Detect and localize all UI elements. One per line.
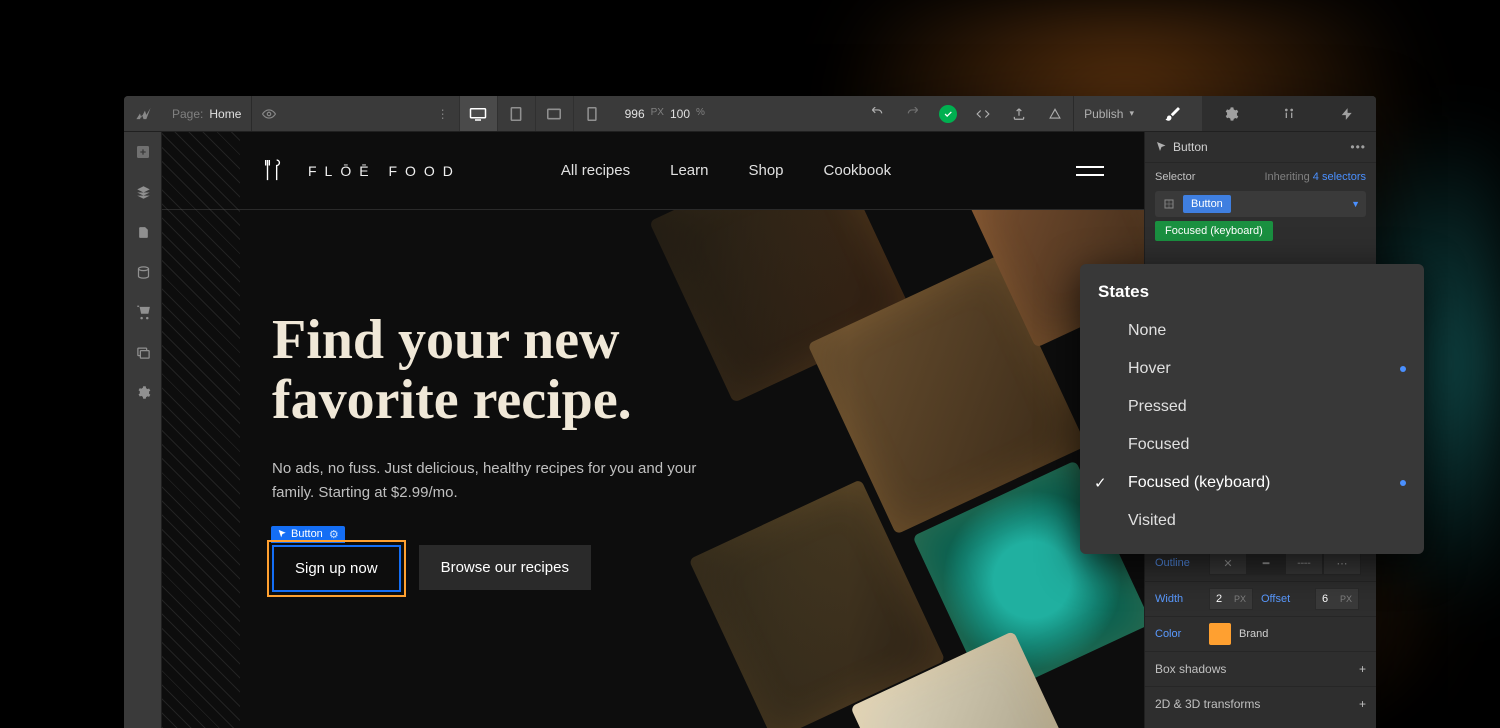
status-ok-icon[interactable]: [939, 105, 957, 123]
breakpoint-tablet-icon[interactable]: [497, 96, 535, 131]
interactions-tab-icon[interactable]: [1318, 96, 1376, 131]
color-name[interactable]: Brand: [1239, 628, 1268, 640]
zoom-level: 100: [670, 107, 690, 121]
outline-dotted-button[interactable]: ⋯: [1323, 551, 1361, 575]
fork-spoon-icon: [262, 158, 284, 184]
topbar-actions: Publish▾: [859, 96, 1144, 131]
class-selector-field[interactable]: Button ▼: [1155, 191, 1366, 217]
outline-dashed-button[interactable]: ╌╌: [1285, 551, 1323, 575]
states-popover: States NoneHoverPressedFocusedFocused (k…: [1080, 264, 1424, 554]
add-element-icon[interactable]: [124, 132, 162, 172]
selection-tag[interactable]: Button ⚙: [271, 526, 345, 543]
breakpoint-tablet-landscape-icon[interactable]: [535, 96, 573, 131]
selector-label: Selector: [1155, 171, 1195, 183]
state-option[interactable]: Focused: [1080, 426, 1424, 464]
pages-icon[interactable]: [124, 212, 162, 252]
signup-button[interactable]: Sign up now: [272, 545, 401, 592]
state-option[interactable]: None: [1080, 312, 1424, 350]
nav-links: All recipes Learn Shop Cookbook: [561, 162, 891, 179]
selector-target-icon: [1159, 194, 1179, 214]
hero-section: Find your new favorite recipe. No ads, n…: [162, 210, 1144, 728]
hero-subtitle[interactable]: No ads, no fuss. Just delicious, healthy…: [272, 457, 732, 505]
outline-color-property: Color Brand: [1145, 616, 1376, 651]
assets-icon[interactable]: [124, 332, 162, 372]
ecommerce-icon[interactable]: [124, 292, 162, 332]
outline-solid-button[interactable]: ━: [1247, 551, 1285, 575]
site-preview: FLŌĒ FOOD All recipes Learn Shop Cookboo…: [162, 132, 1144, 728]
webflow-logo-icon[interactable]: [124, 105, 162, 122]
spacing-tab-icon[interactable]: [1260, 96, 1318, 131]
brand-name: FLŌĒ FOOD: [308, 163, 461, 179]
outline-width-offset-property: Width 2PX Offset 6PX: [1145, 581, 1376, 616]
state-option[interactable]: Focused (keyboard): [1080, 464, 1424, 502]
add-icon[interactable]: +: [1359, 662, 1366, 676]
breakpoint-desktop-icon[interactable]: [459, 96, 497, 131]
outline-none-button[interactable]: ✕: [1209, 551, 1247, 575]
navigator-icon[interactable]: [124, 172, 162, 212]
redo-icon[interactable]: [895, 96, 931, 131]
offset-input[interactable]: 6PX: [1315, 588, 1359, 610]
site-navbar: FLŌĒ FOOD All recipes Learn Shop Cookboo…: [162, 132, 1144, 210]
canvas-gutter: [162, 132, 240, 728]
preview-icon[interactable]: [252, 107, 286, 121]
state-option[interactable]: Pressed: [1080, 388, 1424, 426]
brand-block[interactable]: FLŌĒ FOOD: [262, 158, 461, 184]
publish-button[interactable]: Publish▾: [1073, 96, 1144, 131]
page-selector[interactable]: Page: Home: [162, 96, 252, 131]
cursor-icon: [1155, 141, 1167, 153]
state-option[interactable]: Hover: [1080, 350, 1424, 388]
right-panel-tabs: [1144, 96, 1376, 131]
selected-element-wrapper: Button ⚙ Sign up now: [272, 545, 401, 592]
design-canvas[interactable]: FLŌĒ FOOD All recipes Learn Shop Cookboo…: [162, 132, 1144, 728]
project-settings-icon[interactable]: [124, 372, 162, 412]
element-type: Button: [1173, 140, 1208, 154]
element-more-icon[interactable]: •••: [1350, 140, 1366, 154]
nav-link[interactable]: Learn: [670, 162, 708, 179]
breakpoint-phone-icon[interactable]: [573, 96, 611, 131]
outline-label: Outline: [1155, 557, 1201, 569]
more-icon[interactable]: ⋮: [427, 107, 459, 121]
nav-link[interactable]: Cookbook: [824, 162, 892, 179]
state-option[interactable]: Visited: [1080, 502, 1424, 540]
undo-icon[interactable]: [859, 96, 895, 131]
style-tab-icon[interactable]: [1144, 96, 1202, 131]
audit-icon[interactable]: [1037, 96, 1073, 131]
inheriting-info[interactable]: Inheriting 4 selectors: [1264, 171, 1366, 183]
left-toolbar: [124, 132, 162, 728]
browse-button[interactable]: Browse our recipes: [419, 545, 591, 590]
settings-tab-icon[interactable]: [1202, 96, 1260, 131]
color-label: Color: [1155, 628, 1201, 640]
transforms-section[interactable]: 2D & 3D transforms +: [1145, 686, 1376, 721]
nav-link[interactable]: Shop: [748, 162, 783, 179]
element-indicator: Button •••: [1145, 132, 1376, 163]
code-icon[interactable]: [965, 96, 1001, 131]
canvas-width: 996: [625, 107, 645, 121]
offset-label: Offset: [1261, 593, 1307, 605]
breakpoint-group: [459, 96, 611, 131]
top-toolbar: Page: Home ⋮ 996 PX 100 % Publish: [124, 96, 1376, 132]
hero-title[interactable]: Find your new favorite recipe.: [272, 310, 812, 431]
selector-row: Selector Inheriting 4 selectors: [1145, 163, 1376, 187]
state-dropdown-icon[interactable]: ▼: [1351, 199, 1360, 209]
cursor-icon: [277, 529, 287, 539]
box-shadows-section[interactable]: Box shadows +: [1145, 651, 1376, 686]
page-name: Home: [209, 107, 241, 121]
cms-icon[interactable]: [124, 252, 162, 292]
add-icon[interactable]: +: [1359, 697, 1366, 711]
gear-icon[interactable]: ⚙: [329, 528, 339, 541]
menu-icon[interactable]: [1076, 166, 1104, 176]
width-input[interactable]: 2PX: [1209, 588, 1253, 610]
state-chip[interactable]: Focused (keyboard): [1155, 221, 1273, 241]
width-label: Width: [1155, 593, 1201, 605]
color-swatch[interactable]: [1209, 623, 1231, 645]
export-icon[interactable]: [1001, 96, 1037, 131]
hero-content: Find your new favorite recipe. No ads, n…: [272, 310, 812, 592]
canvas-dimensions[interactable]: 996 PX 100 %: [611, 107, 719, 121]
states-title: States: [1080, 278, 1424, 312]
page-label: Page:: [172, 107, 203, 121]
class-chip[interactable]: Button: [1183, 195, 1231, 213]
nav-link[interactable]: All recipes: [561, 162, 630, 179]
chevron-down-icon: ▾: [1129, 108, 1134, 119]
